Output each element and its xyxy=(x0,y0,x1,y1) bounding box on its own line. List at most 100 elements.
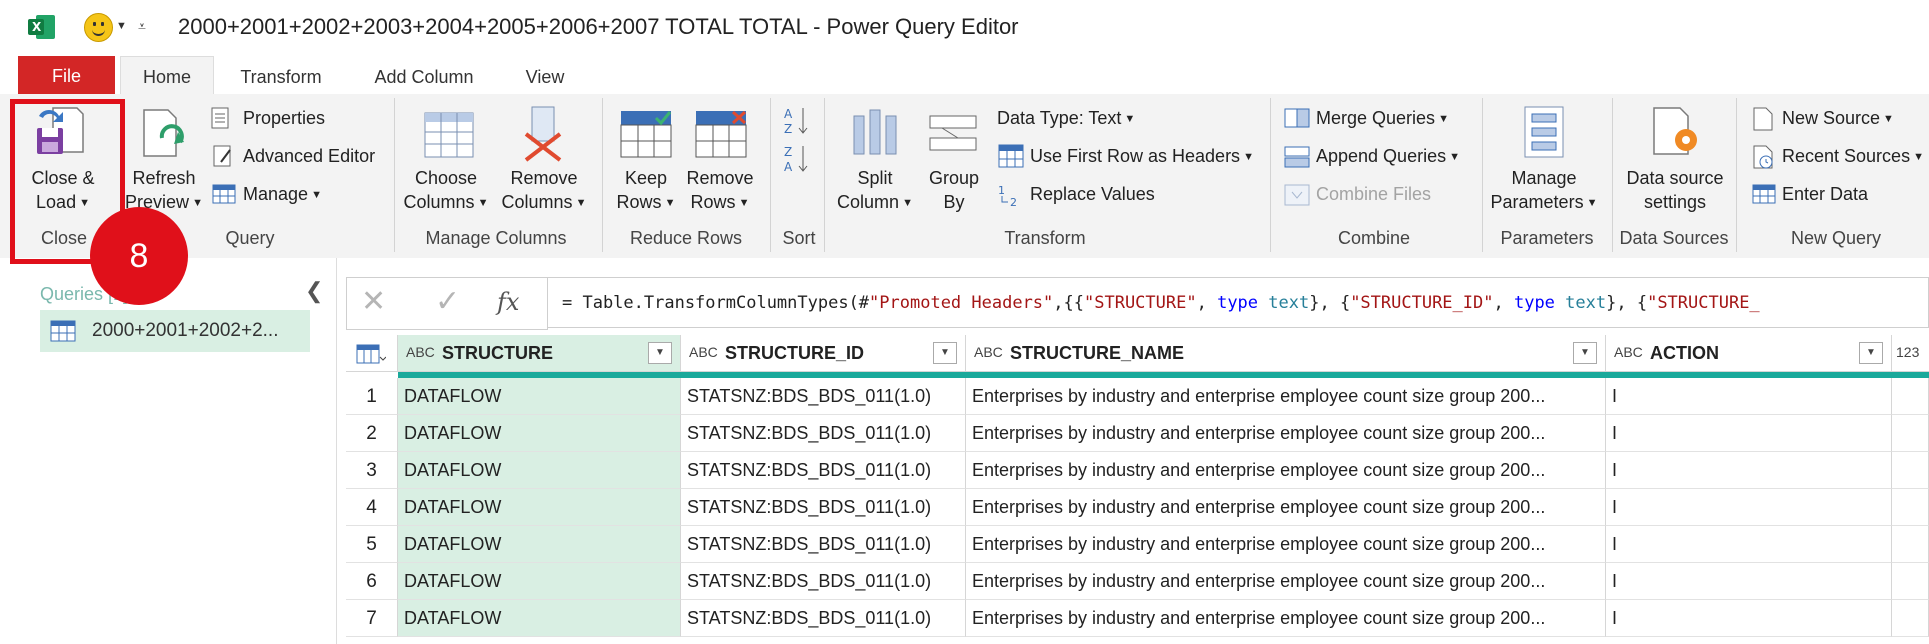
cancel-icon[interactable]: ✕ xyxy=(361,284,386,319)
column-header-next[interactable]: 123 xyxy=(1892,335,1929,372)
table-cell[interactable]: I xyxy=(1606,489,1892,526)
properties-label: Properties xyxy=(243,108,326,128)
filter-dropdown-icon[interactable]: ▼ xyxy=(933,342,957,364)
row-number[interactable]: 4 xyxy=(346,489,398,526)
table-cell[interactable]: STATSNZ:BDS_BDS_011(1.0) xyxy=(681,489,966,526)
confirm-icon[interactable]: ✓ xyxy=(435,284,460,319)
append-queries-label: Append Queries ▼ xyxy=(1316,146,1460,166)
table-cell[interactable]: DATAFLOW xyxy=(398,563,681,600)
column-name: STRUCTURE xyxy=(442,343,553,363)
number-type-icon[interactable]: 123 xyxy=(1896,344,1919,360)
table-cell[interactable]: Enterprises by industry and enterprise e… xyxy=(966,452,1606,489)
remove-columns-icon xyxy=(524,106,562,162)
table-cell[interactable]: STATSNZ:BDS_BDS_011(1.0) xyxy=(681,526,966,563)
column-header-action[interactable]: ABC ACTION ▼ xyxy=(1606,335,1892,372)
table-cell[interactable]: DATAFLOW xyxy=(398,452,681,489)
table-cell[interactable]: I xyxy=(1606,415,1892,452)
table-cell[interactable]: DATAFLOW xyxy=(398,415,681,452)
filter-dropdown-icon[interactable]: ▼ xyxy=(1859,342,1883,364)
row-number[interactable]: 5 xyxy=(346,526,398,563)
table-cell[interactable]: Enterprises by industry and enterprise e… xyxy=(966,526,1606,563)
tab-transform[interactable]: Transform xyxy=(222,60,340,94)
row-number[interactable]: 3 xyxy=(346,452,398,489)
table-cell[interactable]: I xyxy=(1606,600,1892,637)
query-item[interactable]: 2000+2001+2002+2... xyxy=(40,310,310,352)
table-cell[interactable]: STATSNZ:BDS_BDS_011(1.0) xyxy=(681,600,966,637)
text-type-icon[interactable]: ABC xyxy=(1614,344,1643,360)
table-cell[interactable]: Enterprises by industry and enterprise e… xyxy=(966,600,1606,637)
customize-toolbar-icon[interactable]: ⩡ xyxy=(138,18,146,35)
table-cell[interactable]: Enterprises by industry and enterprise e… xyxy=(966,415,1606,452)
table-cell[interactable]: STATSNZ:BDS_BDS_011(1.0) xyxy=(681,452,966,489)
table-cell[interactable] xyxy=(1892,452,1929,489)
table-cell[interactable] xyxy=(1892,489,1929,526)
manage-parameters-label: Manage Parameters ▼ xyxy=(1490,168,1598,212)
filter-dropdown-icon[interactable]: ▼ xyxy=(648,342,672,364)
table-cell[interactable]: I xyxy=(1606,378,1892,415)
table-cell[interactable]: Enterprises by industry and enterprise e… xyxy=(966,489,1606,526)
use-first-row-label: Use First Row as Headers ▼ xyxy=(1030,146,1254,166)
table-cell[interactable] xyxy=(1892,415,1929,452)
enter-data-label: Enter Data xyxy=(1782,184,1869,204)
group-label-transform: Transform xyxy=(1004,228,1086,248)
chevron-down-icon[interactable]: ▼ xyxy=(116,20,127,32)
tab-view[interactable]: View xyxy=(512,60,578,94)
table-menu-icon xyxy=(356,344,386,364)
table-cell[interactable]: DATAFLOW xyxy=(398,489,681,526)
tab-file[interactable]: File xyxy=(18,56,115,96)
separator xyxy=(602,98,603,252)
table-cell[interactable] xyxy=(1892,600,1929,637)
tab-add-column[interactable]: Add Column xyxy=(360,60,488,94)
row-number[interactable]: 1 xyxy=(346,378,398,415)
table-cell[interactable]: Enterprises by industry and enterprise e… xyxy=(966,378,1606,415)
group-label-data-sources: Data Sources xyxy=(1619,228,1729,248)
replace-values-label: Replace Values xyxy=(1030,184,1155,204)
recent-sources-label: Recent Sources ▼ xyxy=(1782,146,1924,166)
table-cell[interactable] xyxy=(1892,526,1929,563)
collapse-pane-icon[interactable]: ❮ xyxy=(305,278,323,304)
row-number[interactable]: 2 xyxy=(346,415,398,452)
fx-icon[interactable]: fx xyxy=(497,288,519,316)
first-row-headers-icon xyxy=(998,144,1024,168)
table-cell[interactable]: STATSNZ:BDS_BDS_011(1.0) xyxy=(681,563,966,600)
column-header-structure-id[interactable]: ABC STRUCTURE_ID ▼ xyxy=(681,335,966,372)
svg-text:1: 1 xyxy=(998,184,1005,197)
column-header-structure[interactable]: ABC STRUCTURE ▼ xyxy=(398,335,681,372)
combine-files-icon xyxy=(1284,184,1310,206)
formula-bar[interactable]: = Table.TransformColumnTypes(#"Promoted … xyxy=(548,277,1929,328)
table-cell[interactable] xyxy=(1892,563,1929,600)
table-cell[interactable]: STATSNZ:BDS_BDS_011(1.0) xyxy=(681,415,966,452)
new-source-label: New Source ▼ xyxy=(1782,108,1894,128)
recent-sources-icon xyxy=(1753,145,1773,169)
filter-dropdown-icon[interactable]: ▼ xyxy=(1573,342,1597,364)
properties-icon xyxy=(211,107,229,129)
feedback-smiley-icon[interactable] xyxy=(84,13,113,42)
separator xyxy=(770,98,771,252)
table-cell[interactable]: DATAFLOW xyxy=(398,526,681,563)
merge-queries-label: Merge Queries ▼ xyxy=(1316,108,1449,128)
column-name: STRUCTURE_ID xyxy=(725,343,865,363)
table-cell[interactable] xyxy=(1892,378,1929,415)
table-cell[interactable]: DATAFLOW xyxy=(398,378,681,415)
text-type-icon[interactable]: ABC xyxy=(406,344,435,360)
table-cell[interactable]: I xyxy=(1606,452,1892,489)
remove-rows-icon xyxy=(695,110,747,158)
text-type-icon[interactable]: ABC xyxy=(689,344,718,360)
sort-descending-icon: ZA xyxy=(784,145,808,174)
keep-rows-label: Keep Rows ▼ xyxy=(616,168,676,212)
row-number[interactable]: 7 xyxy=(346,600,398,637)
remove-rows-label: Remove Rows ▼ xyxy=(686,168,754,212)
table-cell[interactable]: STATSNZ:BDS_BDS_011(1.0) xyxy=(681,378,966,415)
table-cell[interactable]: I xyxy=(1606,563,1892,600)
row-number[interactable]: 6 xyxy=(346,563,398,600)
separator xyxy=(1612,98,1613,252)
table-menu-button[interactable] xyxy=(346,335,398,372)
text-type-icon[interactable]: ABC xyxy=(974,344,1003,360)
table-cell[interactable]: Enterprises by industry and enterprise e… xyxy=(966,563,1606,600)
table-cell[interactable]: I xyxy=(1606,526,1892,563)
tab-home[interactable]: Home xyxy=(120,56,214,95)
svg-text:A: A xyxy=(784,107,793,121)
table-cell[interactable]: DATAFLOW xyxy=(398,600,681,637)
column-header-structure-name[interactable]: ABC STRUCTURE_NAME ▼ xyxy=(966,335,1606,372)
manage-table-icon xyxy=(212,184,236,204)
